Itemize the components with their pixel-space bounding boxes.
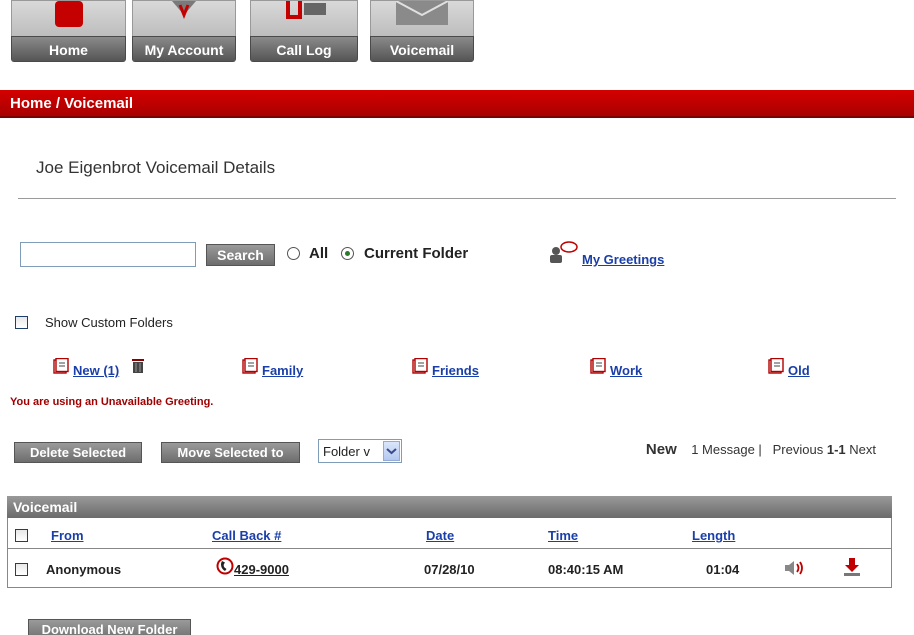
folder-link-family[interactable]: Family [262,363,303,378]
folder-link-old[interactable]: Old [788,363,810,378]
page-title: Joe Eigenbrot Voicemail Details [36,158,276,177]
nav-tab-voicemail[interactable]: Voicemail [370,0,474,62]
call-log-tab-art [250,0,358,36]
search-button[interactable]: Search [206,244,275,266]
greetings-icon [550,241,578,263]
search-input[interactable] [20,242,196,267]
nav-tab-label: My Account [132,36,236,62]
column-header-callback[interactable]: Call Back # [212,528,281,543]
nav-tab-my-account[interactable]: My Account [132,0,236,62]
show-custom-folders-checkbox[interactable] [15,316,28,329]
pager: New 1 Message | Previous 1-1 Next [645,441,876,458]
breadcrumb: Home / Voicemail [10,95,134,112]
cell-length: 01:04 [706,562,740,577]
voicemail-tab-art [370,0,474,36]
greeting-warning: You are using an Unavailable Greeting. [10,396,214,408]
pager-range: 1-1 [826,442,846,457]
cell-date: 07/28/10 [424,562,475,577]
nav-tab-label: Home [11,36,126,62]
move-selected-button[interactable]: Move Selected to [161,442,300,463]
phone-handset-icon [286,1,326,19]
home-icon [54,1,83,27]
nav-tab-home[interactable]: Home [11,0,126,62]
pager-next[interactable]: Next [849,442,876,457]
home-tab-art [11,0,126,36]
column-header-length[interactable]: Length [692,528,735,543]
my-greetings-link[interactable]: My Greetings [582,252,664,267]
scope-current-folder-label: Current Folder [364,245,469,262]
download-icon[interactable] [843,557,861,577]
folder-link-work[interactable]: Work [610,363,642,378]
pager-folder: New [645,441,677,458]
nav-tab-label: Call Log [250,36,358,62]
scope-current-folder-radio[interactable] [341,247,354,260]
breadcrumb-bar: Home / Voicemail [0,90,914,118]
account-tab-art [132,0,236,36]
pager-previous[interactable]: Previous [773,442,824,457]
column-header-from[interactable]: From [51,528,84,543]
scope-all-label: All [309,245,329,262]
nav-tab-label: Voicemail [370,36,474,62]
chevron-down-icon[interactable] [383,441,400,461]
phone-icon[interactable] [216,557,234,575]
folder-link-friends[interactable]: Friends [432,363,479,378]
speaker-icon[interactable] [783,560,805,576]
document-icon [590,358,606,374]
document-icon [242,358,258,374]
header-divider [7,548,892,549]
account-icon [172,1,196,20]
document-icon [412,358,428,374]
document-icon [768,358,784,374]
select-all-checkbox[interactable] [15,529,28,542]
folder-select[interactable]: Folder v [318,439,402,463]
delete-selected-button[interactable]: Delete Selected [14,442,142,463]
document-icon [53,358,69,374]
folder-select-value: Folder v [323,444,370,459]
column-header-date[interactable]: Date [426,528,454,543]
cell-from: Anonymous [46,562,122,577]
column-header-time[interactable]: Time [548,528,578,543]
envelope-icon [395,1,449,25]
pager-count: 1 Message [691,442,755,457]
show-custom-folders-label: Show Custom Folders [45,315,173,330]
nav-tab-call-log[interactable]: Call Log [250,0,358,62]
cell-time: 08:40:15 AM [548,562,624,577]
folder-link-new[interactable]: New (1) [73,363,119,378]
table-title: Voicemail [7,496,892,518]
title-divider [18,198,896,199]
row-checkbox[interactable] [15,563,28,576]
cell-callback[interactable]: 429-9000 [234,562,289,577]
download-new-folder-button[interactable]: Download New Folder [28,619,191,635]
scope-all-radio[interactable] [287,247,300,260]
trash-icon[interactable] [131,358,145,374]
